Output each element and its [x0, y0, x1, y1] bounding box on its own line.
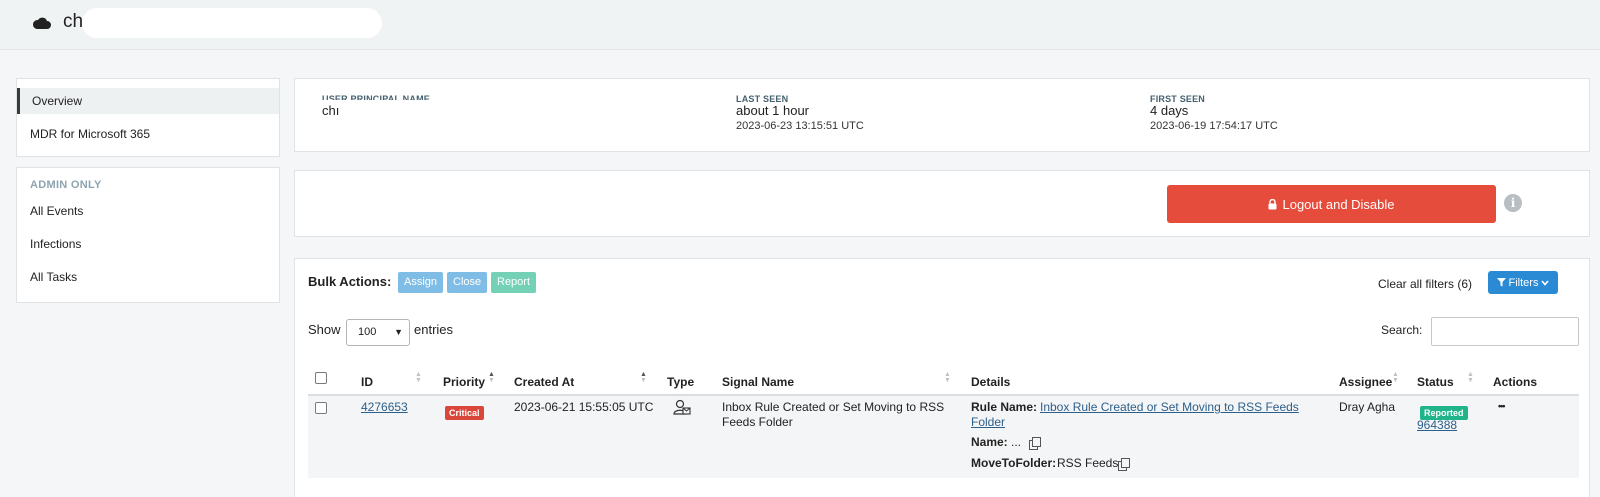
- sidebar-item-infections[interactable]: Infections: [17, 231, 279, 257]
- assign-button[interactable]: Assign: [398, 272, 444, 293]
- status-id-link[interactable]: 964388: [1417, 418, 1457, 433]
- admin-heading: ADMIN ONLY: [30, 179, 102, 191]
- filter-icon: [1496, 278, 1506, 287]
- column-header-created-at[interactable]: Created At: [514, 375, 574, 389]
- bulk-actions-label: Bulk Actions:: [308, 274, 392, 289]
- move-to-folder-label: MoveToFolder:: [971, 456, 1057, 470]
- logout-disable-button[interactable]: Logout and Disable: [1167, 185, 1496, 223]
- created-at-cell: 2023-06-21 15:55:05 UTC: [514, 400, 654, 414]
- sidebar-item-mdr-m365[interactable]: MDR for Microsoft 365: [17, 121, 279, 147]
- info-icon[interactable]: i: [1504, 194, 1522, 212]
- clear-filters-link[interactable]: Clear all filters (6): [1378, 277, 1472, 291]
- header-redacted-field: [82, 8, 382, 38]
- entries-select[interactable]: 100 ▼: [346, 319, 410, 346]
- name-label: Name:: [971, 435, 1008, 449]
- lock-icon: [1268, 198, 1277, 209]
- first-seen-value: 4 days: [1150, 103, 1189, 118]
- chevron-down-icon: ▼: [394, 327, 403, 337]
- signal-name-cell: Inbox Rule Created or Set Moving to RSS …: [722, 400, 945, 429]
- entries-label: entries: [414, 322, 454, 337]
- admin-nav: ADMIN ONLY All Events Infections All Tas…: [16, 167, 280, 303]
- copy-icon[interactable]: [1029, 437, 1041, 450]
- column-header-signal-name[interactable]: Signal Name: [722, 375, 794, 389]
- sidebar-nav: Overview MDR for Microsoft 365: [16, 78, 280, 157]
- column-header-actions: Actions: [1493, 375, 1538, 389]
- show-label: Show: [308, 322, 341, 337]
- first-seen-timestamp: 2023-06-19 17:54:17 UTC: [1150, 120, 1278, 132]
- column-header-details: Details: [971, 375, 1011, 389]
- upn-value: chı: [322, 103, 340, 118]
- user-signal-icon: [673, 399, 691, 415]
- chevron-down-icon: [1541, 279, 1550, 286]
- search-label: Search:: [1381, 323, 1423, 337]
- select-all-checkbox[interactable]: [315, 372, 327, 384]
- cloud-icon: [32, 17, 51, 29]
- sidebar-item-all-tasks[interactable]: All Tasks: [17, 264, 279, 290]
- sort-icon: ▲ ▼: [944, 371, 951, 384]
- last-seen-value: about 1 hour: [736, 103, 810, 118]
- page-title: ch: [63, 11, 84, 32]
- signals-panel: Bulk Actions: Assign Close Report Clear …: [294, 258, 1590, 497]
- upn-label: USER PRINCIPAL NAME: [322, 94, 430, 100]
- row-actions-menu[interactable]: •••: [1498, 399, 1506, 414]
- name-value: ...: [1011, 435, 1022, 449]
- sort-icon: ▲ ▼: [1467, 371, 1474, 384]
- sort-icon: ▲ ▼: [415, 371, 422, 384]
- column-header-priority[interactable]: Priority: [443, 375, 485, 389]
- column-header-status[interactable]: Status: [1417, 375, 1454, 389]
- column-header-assignee[interactable]: Assignee: [1339, 375, 1392, 389]
- report-button[interactable]: Report: [491, 272, 537, 293]
- sort-icon: ▲ ▼: [640, 371, 647, 384]
- sort-icon: ▲ ▼: [488, 371, 495, 384]
- user-info-panel: USER PRINCIPAL NAME chı LAST SEEN about …: [294, 78, 1590, 152]
- priority-badge: Critical: [445, 406, 484, 420]
- sidebar-item-all-events[interactable]: All Events: [17, 198, 279, 224]
- rule-name-link[interactable]: Inbox Rule Created or Set Moving to RSS …: [971, 400, 1301, 430]
- signal-id-link[interactable]: 4276653: [361, 400, 408, 415]
- column-header-type[interactable]: Type: [667, 375, 694, 389]
- assignee-cell: Dray Agha: [1339, 400, 1396, 414]
- top-bar: ch: [0, 0, 1600, 50]
- action-panel: Logout and Disable i: [294, 170, 1590, 237]
- sidebar-item-overview[interactable]: Overview: [17, 88, 279, 114]
- close-button[interactable]: Close: [447, 272, 488, 293]
- row-checkbox[interactable]: [315, 402, 327, 414]
- search-input[interactable]: [1431, 317, 1579, 346]
- column-header-id[interactable]: ID: [361, 375, 373, 389]
- filters-button[interactable]: Filters: [1488, 271, 1558, 294]
- copy-icon[interactable]: [1118, 458, 1130, 471]
- sort-icon: ▲ ▼: [1392, 371, 1399, 384]
- last-seen-timestamp: 2023-06-23 13:15:51 UTC: [736, 120, 864, 132]
- move-to-folder-value: RSS Feeds: [1057, 456, 1119, 470]
